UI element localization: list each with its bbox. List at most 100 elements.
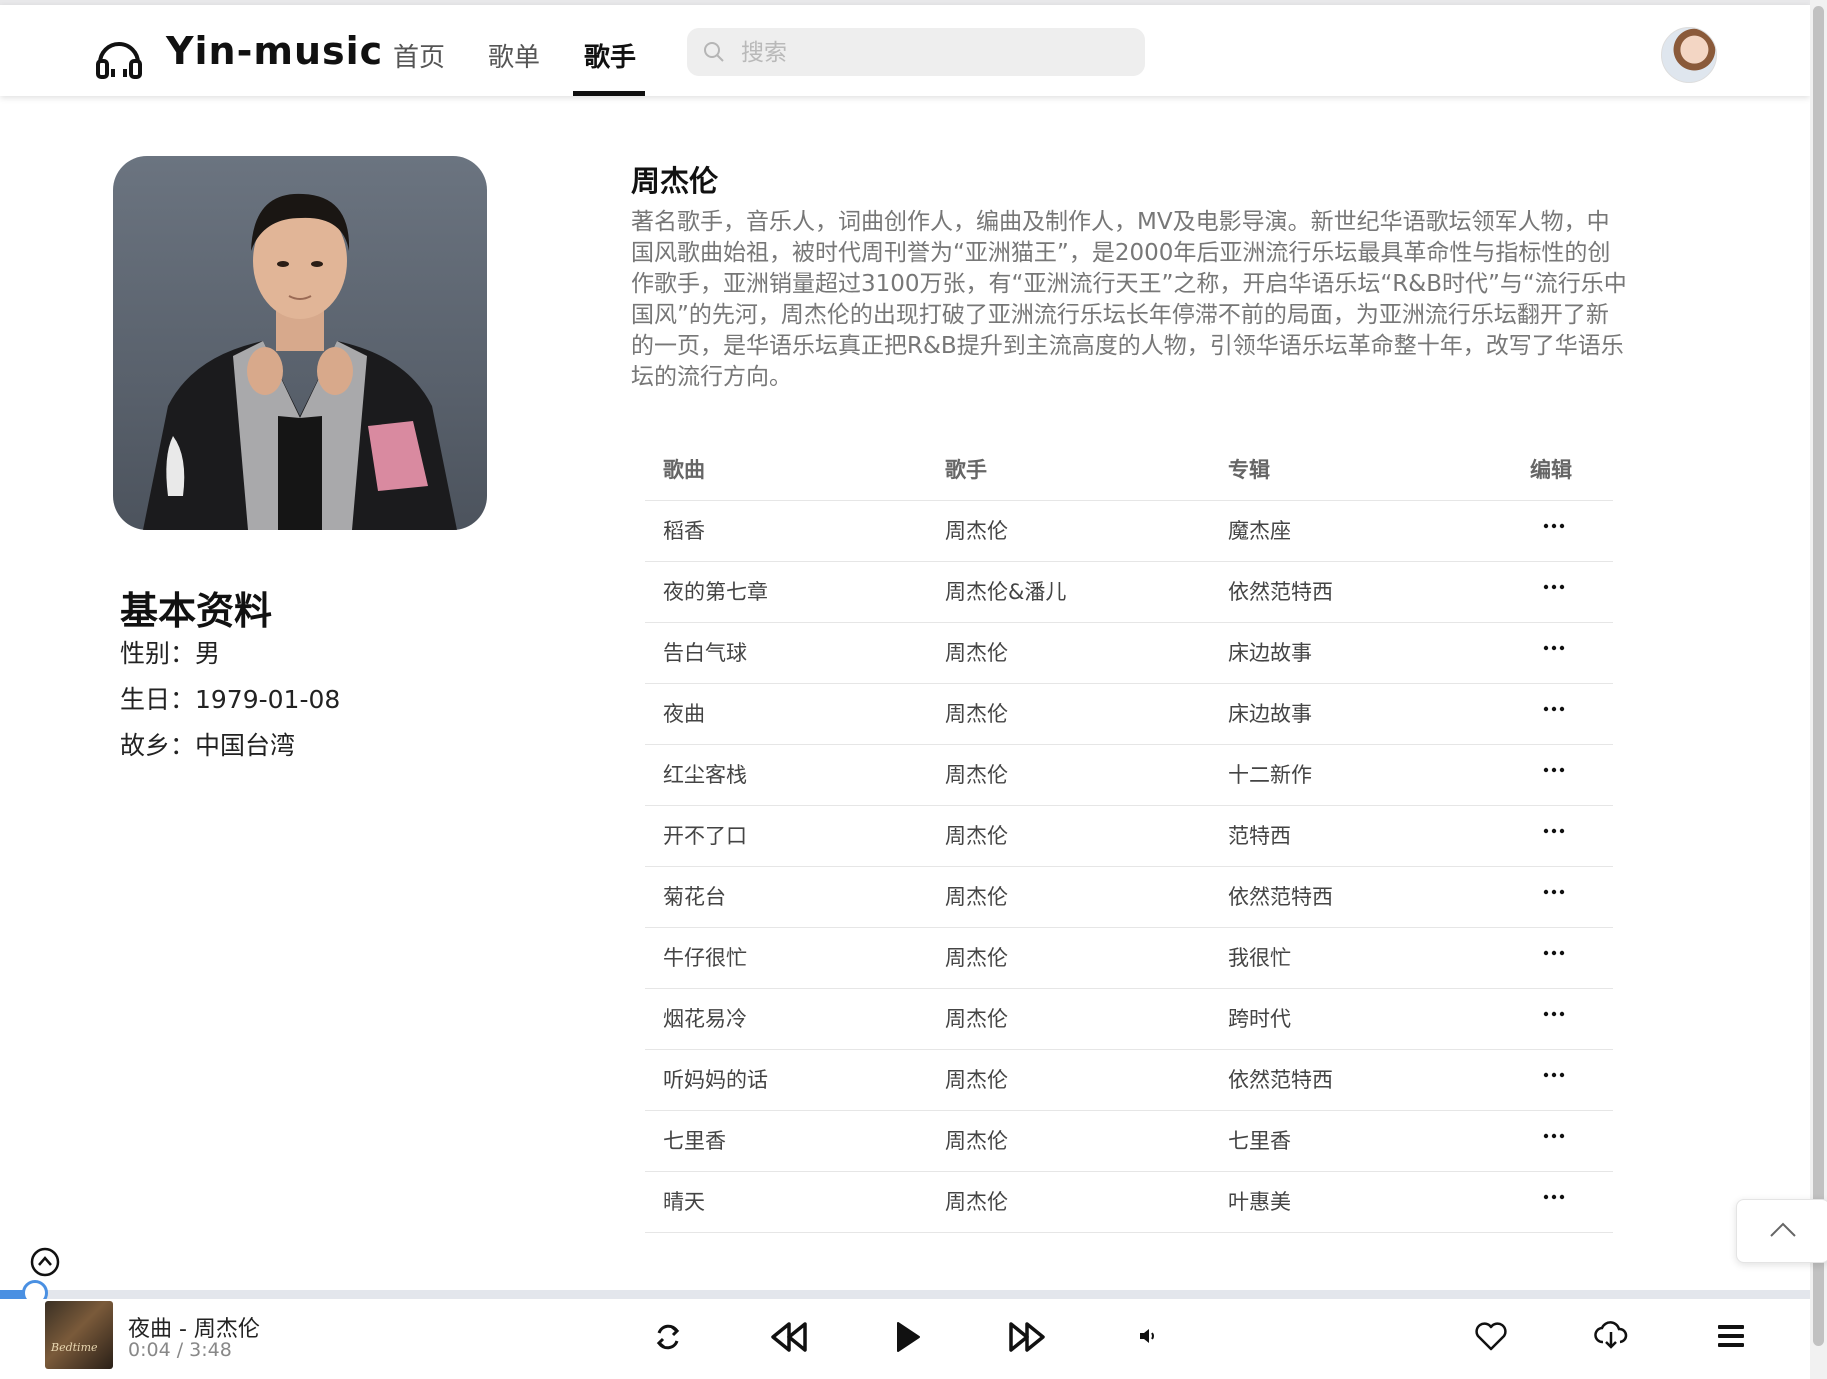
more-options-icon[interactable] (1542, 1131, 1566, 1141)
row-album: 依然范特西 (1228, 885, 1333, 909)
table-row[interactable]: 夜的第七章 周杰伦&潘儿 依然范特西 (645, 561, 1613, 622)
row-album: 依然范特西 (1228, 1068, 1333, 1092)
row-song[interactable]: 牛仔很忙 (663, 928, 747, 988)
table-row[interactable]: 听妈妈的话 周杰伦 依然范特西 (645, 1049, 1613, 1110)
row-song[interactable]: 烟花易冷 (663, 989, 747, 1049)
table-row[interactable]: 烟花易冷 周杰伦 跨时代 (645, 988, 1613, 1049)
more-options-icon[interactable] (1542, 643, 1566, 653)
table-header: 歌曲 歌手 专辑 编辑 (645, 440, 1613, 500)
download-icon (1594, 1321, 1628, 1349)
nav-home[interactable]: 首页 (393, 37, 445, 74)
collapse-player-icon[interactable] (29, 1246, 61, 1278)
table-row[interactable]: 菊花台 周杰伦 依然范特西 (645, 866, 1613, 927)
basic-info-title: 基本资料 (120, 589, 273, 633)
more-options-icon[interactable] (1542, 887, 1566, 897)
album-cover-art: Bedtime (51, 1341, 98, 1354)
row-album: 魔杰座 (1228, 519, 1291, 543)
row-album: 我很忙 (1228, 946, 1291, 970)
row-song[interactable]: 听妈妈的话 (663, 1050, 768, 1110)
more-options-icon[interactable] (1542, 521, 1566, 531)
album-cover[interactable]: Bedtime (45, 1301, 113, 1369)
next-icon (1009, 1322, 1045, 1352)
headphones-logo-icon[interactable] (94, 31, 144, 81)
row-singer: 周杰伦 (945, 641, 1008, 665)
row-singer: 周杰伦 (945, 1007, 1008, 1031)
row-song[interactable]: 晴天 (663, 1172, 705, 1232)
loop-icon (656, 1324, 680, 1350)
row-song[interactable]: 开不了口 (663, 806, 747, 866)
row-album: 床边故事 (1228, 702, 1312, 726)
row-album: 跨时代 (1228, 1007, 1291, 1031)
header-album: 专辑 (1228, 458, 1270, 482)
favorite-button[interactable] (1473, 1320, 1509, 1352)
row-song[interactable]: 稻香 (663, 501, 705, 561)
more-options-icon[interactable] (1542, 582, 1566, 592)
heart-icon (1475, 1322, 1507, 1351)
table-row[interactable]: 告白气球 周杰伦 床边故事 (645, 622, 1613, 683)
song-table: 歌曲 歌手 专辑 编辑 稻香 周杰伦 魔杰座 夜的第七章 周杰伦&潘儿 依然范特西 告白气球… (645, 440, 1613, 1233)
progress-bar[interactable] (0, 1290, 1810, 1299)
row-singer: 周杰伦 (945, 946, 1008, 970)
table-row[interactable]: 七里香 周杰伦 七里香 (645, 1110, 1613, 1171)
row-album: 依然范特西 (1228, 580, 1333, 604)
header: Yin-music 首页 歌单 歌手 (0, 5, 1810, 96)
search-input[interactable] (739, 36, 1123, 70)
row-singer: 周杰伦 (945, 824, 1008, 848)
search-icon (704, 42, 724, 62)
next-button[interactable] (1008, 1320, 1046, 1354)
singer-photo (113, 156, 487, 530)
download-button[interactable] (1593, 1319, 1629, 1351)
play-icon (897, 1322, 920, 1352)
header-song: 歌曲 (663, 458, 705, 482)
search-box[interactable] (687, 28, 1145, 76)
table-row[interactable]: 红尘客栈 周杰伦 十二新作 (645, 744, 1613, 805)
row-singer: 周杰伦 (945, 1068, 1008, 1092)
more-options-icon[interactable] (1542, 1009, 1566, 1019)
page-scrollbar[interactable] (1810, 0, 1827, 1379)
table-row[interactable]: 开不了口 周杰伦 范特西 (645, 805, 1613, 866)
table-row[interactable]: 牛仔很忙 周杰伦 我很忙 (645, 927, 1613, 988)
app-title[interactable]: Yin-music (166, 29, 383, 73)
more-options-icon[interactable] (1542, 765, 1566, 775)
header-edit: 编辑 (1530, 458, 1572, 482)
row-album: 七里香 (1228, 1129, 1291, 1153)
row-singer: 周杰伦 (945, 763, 1008, 787)
more-options-icon[interactable] (1542, 1192, 1566, 1202)
more-options-icon[interactable] (1542, 948, 1566, 958)
more-options-icon[interactable] (1542, 1070, 1566, 1080)
table-row[interactable]: 稻香 周杰伦 魔杰座 (645, 500, 1613, 561)
scrollbar-thumb[interactable] (1813, 6, 1824, 1346)
table-row[interactable]: 夜曲 周杰伦 床边故事 (645, 683, 1613, 744)
table-body: 稻香 周杰伦 魔杰座 夜的第七章 周杰伦&潘儿 依然范特西 告白气球 周杰伦 床边故事 夜曲 周杰伦… (645, 500, 1613, 1233)
table-row[interactable]: 晴天 周杰伦 叶惠美 (645, 1171, 1613, 1233)
previous-button[interactable] (770, 1320, 808, 1354)
playback-time: 0:04 / 3:48 (128, 1339, 232, 1361)
row-song[interactable]: 红尘客栈 (663, 745, 747, 805)
loop-button[interactable] (652, 1321, 684, 1353)
row-song[interactable]: 告白气球 (663, 623, 747, 683)
volume-button[interactable] (1138, 1326, 1160, 1346)
singer-intro: 著名歌手，音乐人，词曲创作人，编曲及制作人，MV及电影导演。新世纪华语歌坛领军人… (631, 209, 1627, 390)
play-button[interactable] (893, 1319, 923, 1355)
singer-portrait-image (143, 193, 457, 530)
row-singer: 周杰伦 (945, 1129, 1008, 1153)
user-avatar[interactable] (1661, 27, 1717, 83)
nav-singer[interactable]: 歌手 (584, 37, 636, 74)
row-song[interactable]: 夜的第七章 (663, 562, 768, 622)
row-song[interactable]: 七里香 (663, 1111, 726, 1171)
volume-icon (1140, 1329, 1154, 1343)
row-singer: 周杰伦 (945, 519, 1008, 543)
row-album: 叶惠美 (1228, 1190, 1291, 1214)
more-options-icon[interactable] (1542, 704, 1566, 714)
row-song[interactable]: 菊花台 (663, 867, 726, 927)
chevron-up-icon (1770, 1222, 1796, 1237)
playlist-button[interactable] (1716, 1322, 1746, 1350)
back-to-top-button[interactable] (1736, 1199, 1827, 1263)
previous-icon (771, 1322, 807, 1352)
row-song[interactable]: 夜曲 (663, 684, 705, 744)
more-options-icon[interactable] (1542, 826, 1566, 836)
nav-playlist[interactable]: 歌单 (488, 37, 540, 74)
singer-birthday: 生日：1979-01-08 (120, 685, 341, 714)
header-singer: 歌手 (945, 458, 987, 482)
row-singer: 周杰伦 (945, 1190, 1008, 1214)
